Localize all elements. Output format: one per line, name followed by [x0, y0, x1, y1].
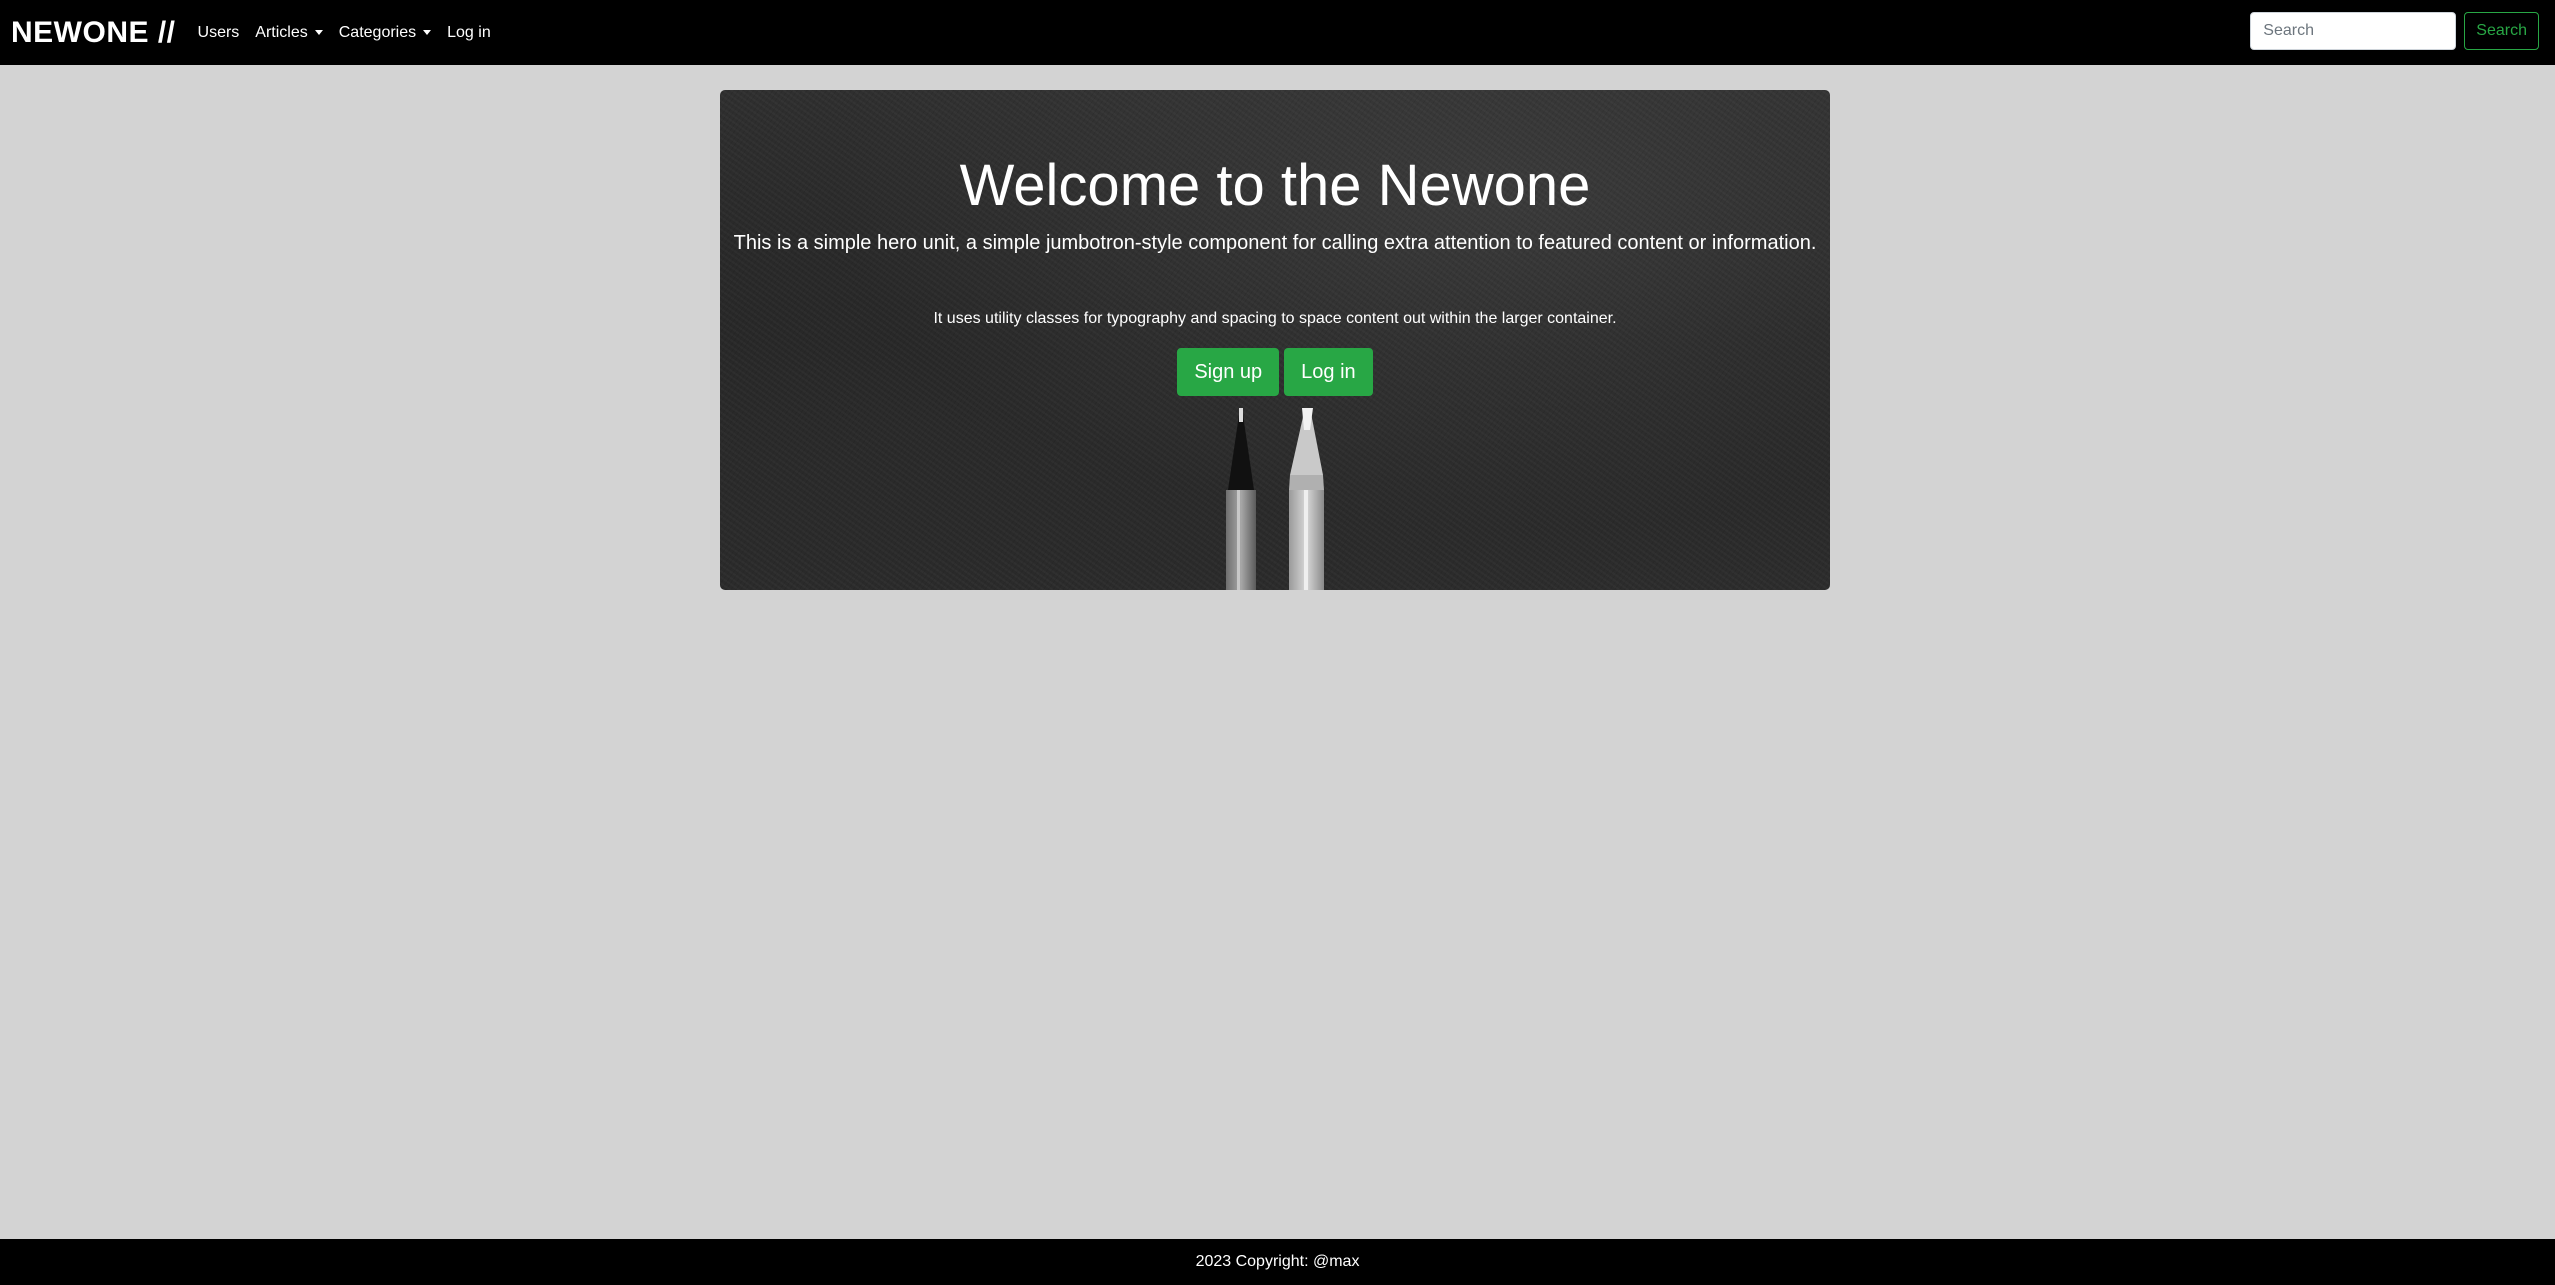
caret-down-icon [314, 30, 323, 35]
hero-jumbotron: Welcome to the Newone This is a simple h… [720, 90, 1830, 590]
pencil-shape [1289, 408, 1324, 590]
search-button[interactable]: Search [2464, 12, 2539, 50]
page-footer: 2023 Copyright: @max [0, 1239, 2555, 1285]
hero-title: Welcome to the Newone [959, 153, 1591, 218]
signup-button[interactable]: Sign up [1177, 348, 1280, 396]
hero-lead-text: This is a simple hero unit, a simple jum… [733, 232, 1817, 254]
caret-down-icon [423, 30, 432, 35]
hero-body-text: It uses utility classes for typography a… [933, 310, 1617, 327]
nav-link-users[interactable]: Users [198, 24, 240, 42]
hero-login-button[interactable]: Log in [1284, 348, 1373, 396]
footer-copyright: 2023 Copyright: @max [1195, 1253, 1360, 1270]
nav-links: Users Articles Categories Log in [198, 24, 507, 42]
search-form: Search [2250, 12, 2539, 50]
nav-link-login[interactable]: Log in [447, 24, 491, 42]
nav-dropdown-categories-label: Categories [338, 23, 417, 41]
hero-button-group: Sign up Log in [720, 348, 1830, 396]
search-input[interactable] [2250, 12, 2457, 50]
nav-dropdown-articles-label: Articles [255, 23, 308, 41]
nav-dropdown-categories[interactable]: Categories [338, 23, 432, 42]
nav-dropdown-articles[interactable]: Articles [255, 23, 323, 42]
brand-logo[interactable]: NEWONE // [11, 16, 176, 50]
pen-shape [1226, 408, 1256, 590]
top-navbar: NEWONE // Users Articles Categories Log … [0, 0, 2555, 65]
